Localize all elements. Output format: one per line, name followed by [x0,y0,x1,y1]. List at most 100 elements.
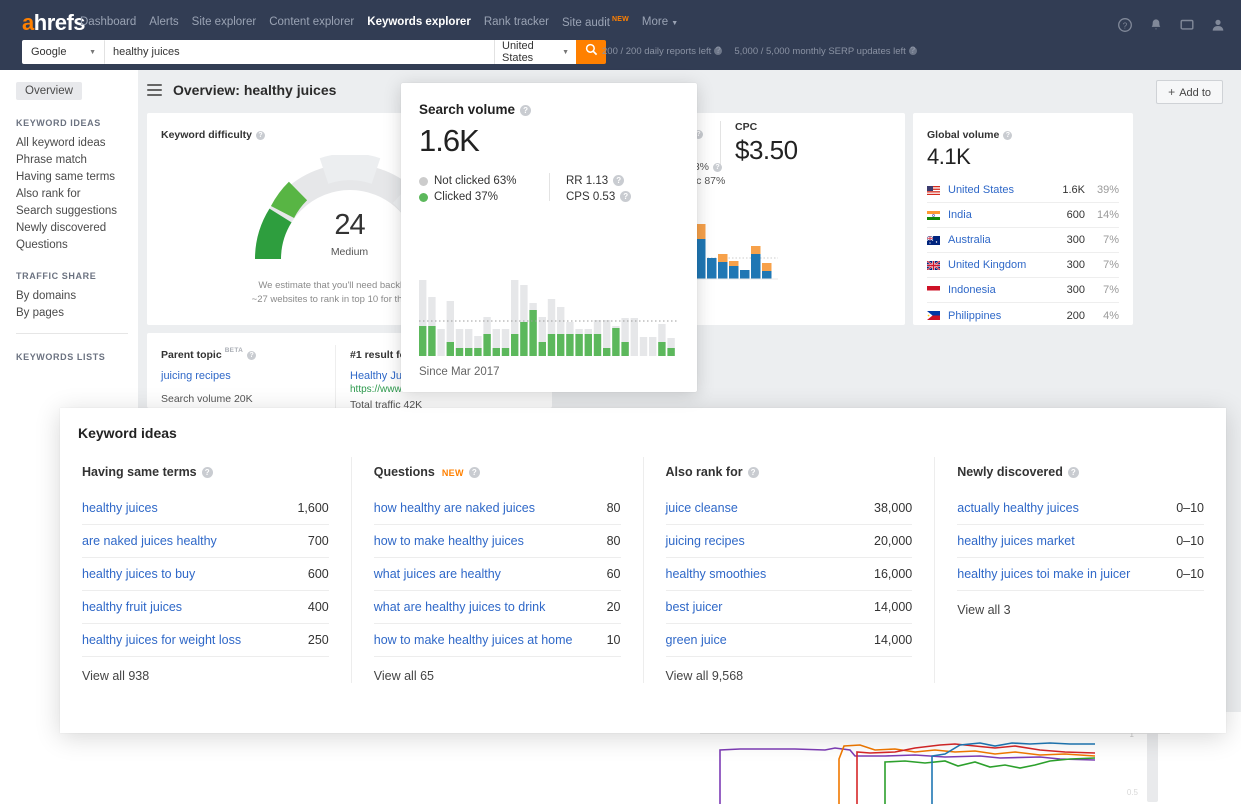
global-volume-title: Global volume [927,129,1000,141]
view-all-link[interactable]: View all 9,568 [666,657,913,683]
keyword-link[interactable]: what are healthy juices to drink [374,600,546,614]
view-all-link[interactable]: View all 3 [957,591,1204,617]
keyword-link[interactable]: best juicer [666,600,723,614]
list-item[interactable]: healthy juices toi make in juicer 0–10 [957,558,1204,591]
view-all-link[interactable]: View all 938 [82,657,329,683]
sidebar-item-questions[interactable]: Questions [16,236,138,253]
table-row[interactable]: India 600 14% [927,203,1119,228]
nav-content-explorer[interactable]: Content explorer [269,16,354,28]
nav-site-audit[interactable]: Site audit NEW [562,16,629,29]
list-item[interactable]: healthy juices market 0–10 [957,525,1204,558]
list-item[interactable]: healthy juices for weight loss 250 [82,624,329,657]
nav-alerts[interactable]: Alerts [149,16,178,28]
search-bar-row: Google ▼ United States ▼ 200 / 200 daily… [0,38,1241,70]
list-item[interactable]: what juices are healthy 60 [373,558,621,591]
nav-rank-tracker[interactable]: Rank tracker [484,16,549,28]
list-item[interactable]: how to make healthy juices at home 10 [373,624,621,657]
sidebar-item-also-rank-for[interactable]: Also rank for [16,185,138,202]
search-box: Google ▼ United States ▼ [22,40,606,64]
help-icon[interactable]: ? [201,467,213,478]
keyword-link[interactable]: healthy fruit juices [82,600,182,614]
keyword-link[interactable]: healthy juices to buy [82,567,195,581]
help-icon[interactable]: ? [247,351,257,360]
list-item[interactable]: juicing recipes 20,000 [665,525,913,558]
user-icon[interactable] [1211,18,1225,32]
country-name[interactable]: Australia [948,234,1047,246]
list-item[interactable]: best juicer 14,000 [665,591,913,624]
keyword-link[interactable]: actually healthy juices [957,501,1079,515]
sidebar-item-search-suggestions[interactable]: Search suggestions [16,202,138,219]
list-item[interactable]: healthy juices to buy 600 [82,558,329,591]
keyword-link[interactable]: what juices are healthy [374,567,501,581]
help-icon[interactable]: ? [1003,131,1013,140]
parent-topic-link[interactable]: juicing recipes [161,370,331,382]
list-item[interactable]: how to make healthy juices 80 [373,525,621,558]
list-item[interactable]: healthy smoothies 16,000 [665,558,913,591]
keyword-difficulty-title: Keyword difficulty [161,129,253,141]
help-icon[interactable]: ? [1067,467,1079,478]
sidebar-item-phrase-match[interactable]: Phrase match [16,151,138,168]
sidebar-item-by-domains[interactable]: By domains [16,287,138,304]
sidebar-item-by-pages[interactable]: By pages [16,304,138,321]
country-name[interactable]: Indonesia [948,284,1047,296]
keyword-link[interactable]: healthy juices toi make in juicer [957,567,1130,581]
keyword-link[interactable]: healthy juices [82,501,158,515]
country-select[interactable]: United States ▼ [494,40,576,64]
nav-more[interactable]: More ▼ [642,16,678,28]
table-row[interactable]: Indonesia 300 7% [927,278,1119,303]
list-item[interactable]: healthy fruit juices 400 [82,591,329,624]
help-icon[interactable]: ? [1118,18,1132,32]
help-icon[interactable]: ? [613,175,625,186]
keyword-link[interactable]: how to make healthy juices at home [374,633,573,647]
list-item[interactable]: actually healthy juices 0–10 [957,492,1204,525]
help-icon[interactable]: ? [747,467,759,478]
help-icon[interactable]: ? [908,46,917,55]
sidebar-item-having-same-terms[interactable]: Having same terms [16,168,138,185]
list-item[interactable]: are naked juices healthy 700 [82,525,329,558]
search-engine-select[interactable]: Google ▼ [22,40,105,64]
keyword-link[interactable]: healthy smoothies [666,567,767,581]
hamburger-icon[interactable] [147,84,162,100]
keyword-link[interactable]: green juice [666,633,727,647]
help-icon[interactable]: ? [714,46,723,55]
ahrefs-logo[interactable]: ahrefs [22,10,86,36]
help-icon[interactable]: ? [713,163,723,172]
keyword-volume: 400 [307,600,329,614]
keyword-link[interactable]: juice cleanse [666,501,738,515]
nav-keywords-explorer[interactable]: Keywords explorer [367,16,471,28]
table-row[interactable]: United States 1.6K 39% [927,178,1119,203]
search-input[interactable] [105,40,494,64]
help-icon[interactable]: ? [468,467,480,478]
nav-dashboard[interactable]: Dashboard [80,16,136,28]
keyword-link[interactable]: how to make healthy juices [374,534,524,548]
country-name[interactable]: Philippines [948,310,1047,322]
help-icon[interactable]: ? [620,191,632,202]
sidebar-item-all-keyword-ideas[interactable]: All keyword ideas [16,134,138,151]
keyword-link[interactable]: how healthy are naked juices [374,501,535,515]
list-item[interactable]: green juice 14,000 [665,624,913,657]
sidebar-item-newly-discovered[interactable]: Newly discovered [16,219,138,236]
list-item[interactable]: juice cleanse 38,000 [665,492,913,525]
keyword-link[interactable]: are naked juices healthy [82,534,217,548]
bell-icon[interactable] [1149,18,1163,32]
list-item[interactable]: how healthy are naked juices 80 [373,492,621,525]
country-name[interactable]: United States [948,184,1047,196]
chart-scrollbar[interactable] [1147,732,1158,802]
sidebar-item-overview[interactable]: Overview [16,82,82,100]
help-icon[interactable]: ? [256,131,266,140]
country-name[interactable]: India [948,209,1047,221]
table-row[interactable]: United Kingdom 300 7% [926,253,1119,278]
table-row[interactable]: Philippines 200 4% [927,303,1119,328]
nav-site-explorer[interactable]: Site explorer [192,16,257,28]
add-to-button[interactable]: + Add to [1156,80,1223,104]
list-item[interactable]: what are healthy juices to drink 20 [373,591,621,624]
keyword-link[interactable]: healthy juices for weight loss [82,633,241,647]
table-row[interactable]: Australia 300 7% [926,228,1119,253]
view-all-link[interactable]: View all 65 [374,657,621,683]
keyword-link[interactable]: healthy juices market [957,534,1074,548]
country-name[interactable]: United Kingdom [948,259,1047,271]
list-item[interactable]: healthy juices 1,600 [82,492,329,525]
chat-icon[interactable] [1180,18,1194,32]
keyword-link[interactable]: juicing recipes [666,534,745,548]
help-icon[interactable]: ? [520,105,532,116]
